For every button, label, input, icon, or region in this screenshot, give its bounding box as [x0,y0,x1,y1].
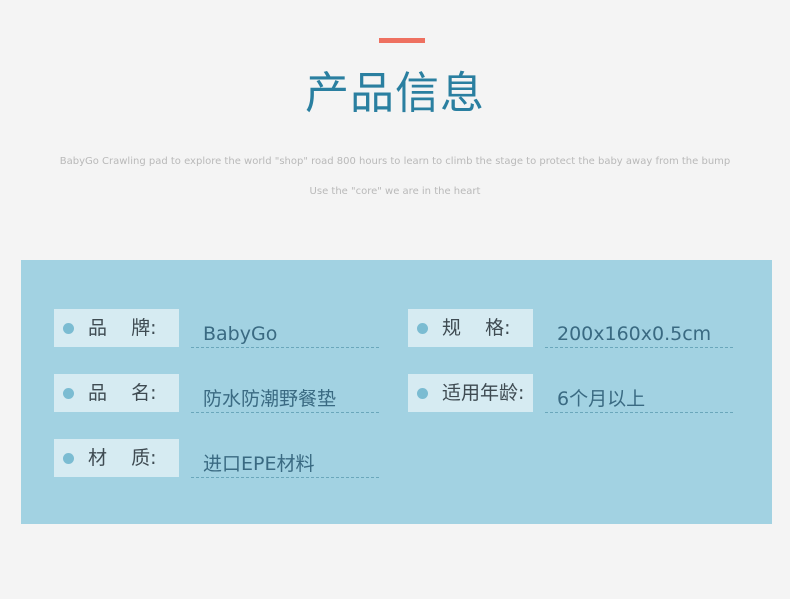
field-value-text: 200x160x0.5cm [557,323,712,345]
field-value: BabyGo [191,317,379,348]
subtitle-line-1: BabyGo Crawling pad to explore the world… [59,156,731,167]
bullet-dot-icon [63,388,74,399]
field-label-box: 品 牌: [54,309,179,347]
bullet-dot-icon [63,453,74,464]
page-title: 产品信息 [305,68,485,119]
field-age: 适用年龄: 6个月以上 [408,374,738,413]
field-label-box: 规 格: [408,309,533,347]
field-value: 200x160x0.5cm [545,317,733,348]
field-value: 6个月以上 [545,382,733,413]
field-label: 材 质: [88,447,157,469]
field-label-box: 品 名: [54,374,179,412]
bullet-dot-icon [63,323,74,334]
field-label-box: 材 质: [54,439,179,477]
field-value: 防水防潮野餐垫 [191,382,379,413]
bullet-dot-icon [417,388,428,399]
field-value-text: 防水防潮野餐垫 [203,388,337,410]
field-value: 进口EPE材料 [191,447,379,478]
field-value-text: 6个月以上 [557,388,646,410]
field-label: 规 格: [442,317,511,339]
field-value-text: 进口EPE材料 [203,453,315,475]
field-value-text: BabyGo [203,323,278,345]
field-label: 品 名: [88,382,157,404]
subtitle-line-2: Use the "core" we are in the heart [309,186,481,197]
product-info-panel: 品 牌: BabyGo 规 格: 200x160x0.5cm 品 名: 防水防潮… [21,260,772,524]
field-spec: 规 格: 200x160x0.5cm [408,309,738,348]
field-label-box: 适用年龄: [408,374,533,412]
field-brand: 品 牌: BabyGo [54,309,384,348]
field-product-name: 品 名: 防水防潮野餐垫 [54,374,384,413]
field-label: 品 牌: [88,317,157,339]
field-label: 适用年龄: [442,382,525,404]
bullet-dot-icon [417,323,428,334]
accent-bar [379,38,425,43]
field-material: 材 质: 进口EPE材料 [54,439,384,478]
